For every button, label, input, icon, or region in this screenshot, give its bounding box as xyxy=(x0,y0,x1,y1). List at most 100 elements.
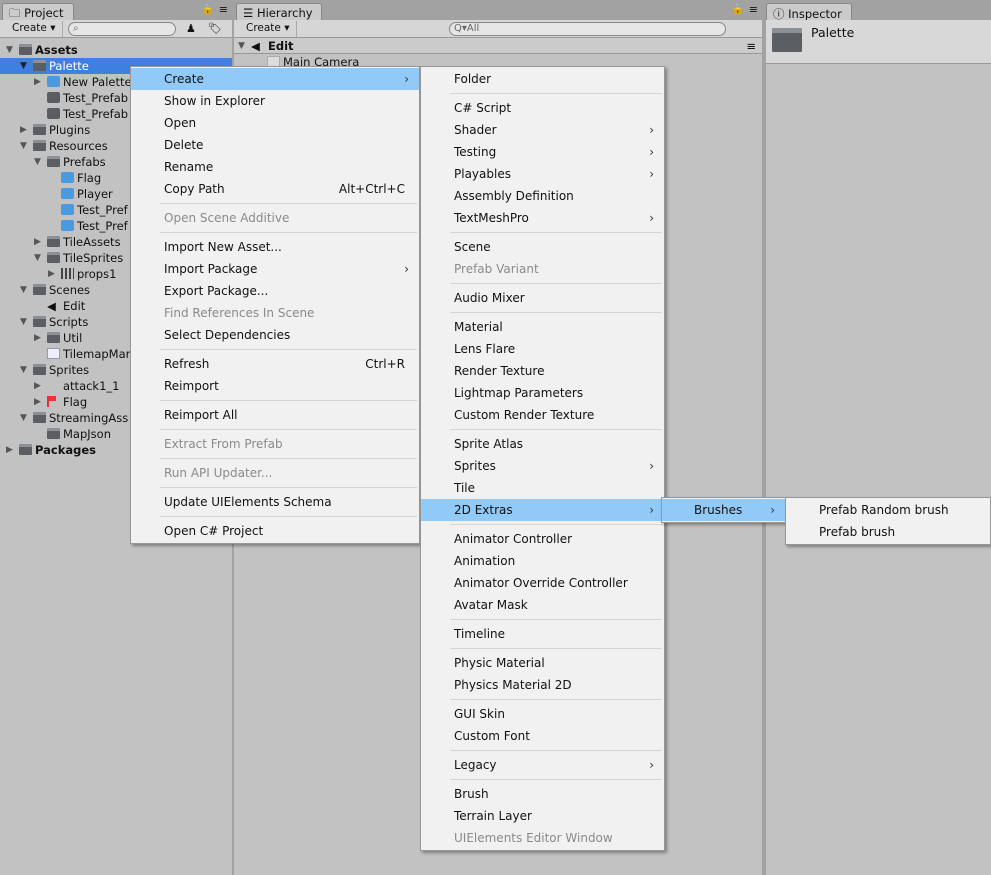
menu-item-prefab-brush[interactable]: Prefab brush xyxy=(786,521,990,543)
panel-menu-icon[interactable]: ≡ xyxy=(749,3,758,16)
menu-item-playables[interactable]: Playables › xyxy=(421,163,664,185)
expand-arrow-icon[interactable]: ▶ xyxy=(34,378,44,394)
expand-arrow-icon[interactable]: ▶ xyxy=(34,330,44,346)
menu-item-show-in-explorer[interactable]: Show in Explorer xyxy=(131,90,419,112)
menu-item-sprites[interactable]: Sprites › xyxy=(421,455,664,477)
menu-item-material[interactable]: Material xyxy=(421,316,664,338)
scene-menu-icon[interactable]: ≡ xyxy=(746,38,756,54)
menu-item-open-c-project[interactable]: Open C# Project xyxy=(131,520,419,542)
menu-item-select-dependencies[interactable]: Select Dependencies xyxy=(131,324,419,346)
menu-item-lightmap-parameters[interactable]: Lightmap Parameters xyxy=(421,382,664,404)
create-button[interactable]: Create ▾ xyxy=(6,21,63,37)
menu-item-lens-flare[interactable]: Lens Flare xyxy=(421,338,664,360)
menu-item-avatar-mask[interactable]: Avatar Mask xyxy=(421,594,664,616)
menu-item-physic-material[interactable]: Physic Material xyxy=(421,652,664,674)
scene-row[interactable]: ▼ ◀ Edit ≡ xyxy=(234,38,762,54)
menu-separator xyxy=(131,397,419,404)
menu-item-reimport[interactable]: Reimport xyxy=(131,375,419,397)
folder-icon xyxy=(33,60,46,71)
menu-item-scene[interactable]: Scene xyxy=(421,236,664,258)
project-search-input[interactable]: ⌕ xyxy=(68,22,176,36)
menu-item-c-script[interactable]: C# Script xyxy=(421,97,664,119)
menu-item-textmeshpro[interactable]: TextMeshPro › xyxy=(421,207,664,229)
menu-separator xyxy=(421,521,664,528)
expand-arrow-icon[interactable]: ▼ xyxy=(20,314,30,330)
tab-inspector[interactable]: ⓘ Inspector xyxy=(766,3,852,21)
lock-icon[interactable]: 🔒 xyxy=(732,4,744,15)
tree-item-label: Util xyxy=(63,331,83,345)
menu-item-legacy[interactable]: Legacy › xyxy=(421,754,664,776)
menu-item-tile[interactable]: Tile xyxy=(421,477,664,499)
menu-item-open[interactable]: Open xyxy=(131,112,419,134)
menu-item-testing[interactable]: Testing › xyxy=(421,141,664,163)
expand-arrow-icon[interactable]: ▼ xyxy=(20,282,30,298)
menu-item-custom-render-texture[interactable]: Custom Render Texture xyxy=(421,404,664,426)
expand-arrow-icon[interactable]: ▶ xyxy=(6,442,16,458)
tree-item-label: Prefabs xyxy=(63,155,106,169)
menu-item-gui-skin[interactable]: GUI Skin xyxy=(421,703,664,725)
menu-item-delete[interactable]: Delete xyxy=(131,134,419,156)
menu-item-animator-override-controller[interactable]: Animator Override Controller xyxy=(421,572,664,594)
lock-icon[interactable]: 🔒 xyxy=(202,4,214,15)
menu-item-copy-path[interactable]: Copy Path Alt+Ctrl+C xyxy=(131,178,419,200)
expand-arrow-icon[interactable]: ▼ xyxy=(20,362,30,378)
unity-scriptable-icon xyxy=(47,108,60,119)
tree-item-assets[interactable]: ▼ Assets xyxy=(0,42,232,58)
expand-arrow-icon[interactable]: ▼ xyxy=(20,138,30,154)
menu-item-rename[interactable]: Rename xyxy=(131,156,419,178)
menu-item-physics-material-2d[interactable]: Physics Material 2D xyxy=(421,674,664,696)
menu-item-shader[interactable]: Shader › xyxy=(421,119,664,141)
menu-item-import-new-asset[interactable]: Import New Asset... xyxy=(131,236,419,258)
cube-icon xyxy=(61,188,74,199)
menu-item-prefab-random-brush[interactable]: Prefab Random brush xyxy=(786,499,990,521)
menu-item-refresh[interactable]: Refresh Ctrl+R xyxy=(131,353,419,375)
menu-item-label: Open C# Project xyxy=(164,524,264,538)
hierarchy-search-input[interactable]: Q▾All xyxy=(449,22,726,36)
menu-item-label: Open Scene Additive xyxy=(164,211,290,225)
expand-arrow-icon[interactable]: ▶ xyxy=(48,266,58,282)
tree-item-label: Scenes xyxy=(49,283,91,297)
menu-item-sprite-atlas[interactable]: Sprite Atlas xyxy=(421,433,664,455)
menu-item-update-uielements-schema[interactable]: Update UIElements Schema xyxy=(131,491,419,513)
tab-hierarchy[interactable]: ☰ Hierarchy xyxy=(236,3,322,21)
menu-item-folder[interactable]: Folder xyxy=(421,68,664,90)
folder-icon xyxy=(47,236,60,247)
menu-item-brush[interactable]: Brush xyxy=(421,783,664,805)
menu-item-audio-mixer[interactable]: Audio Mixer xyxy=(421,287,664,309)
menu-item-create[interactable]: Create › xyxy=(131,68,419,90)
expand-arrow-icon[interactable]: ▼ xyxy=(238,38,248,54)
menu-item-terrain-layer[interactable]: Terrain Layer xyxy=(421,805,664,827)
expand-arrow-icon[interactable]: ▼ xyxy=(34,154,44,170)
create-button[interactable]: Create ▾ xyxy=(240,21,297,37)
menu-item-import-package[interactable]: Import Package › xyxy=(131,258,419,280)
menu-item-label: GUI Skin xyxy=(454,707,505,721)
menu-item-label: Material xyxy=(454,320,503,334)
expand-arrow-icon[interactable]: ▶ xyxy=(20,122,30,138)
menu-item-label: Prefab brush xyxy=(819,525,896,539)
chevron-right-icon: › xyxy=(649,211,654,225)
filter-by-label-icon[interactable]: 🏷 xyxy=(208,22,222,35)
expand-arrow-icon[interactable]: ▼ xyxy=(34,250,44,266)
menu-item-animation[interactable]: Animation xyxy=(421,550,664,572)
tab-project[interactable]: 🗀 Project xyxy=(2,3,74,21)
expand-arrow-icon[interactable]: ▼ xyxy=(20,410,30,426)
menu-item-render-texture[interactable]: Render Texture xyxy=(421,360,664,382)
filter-by-type-icon[interactable]: ♟ xyxy=(186,22,196,35)
expand-arrow-icon[interactable]: ▶ xyxy=(34,74,44,90)
separator-line xyxy=(450,312,662,313)
menu-item-timeline[interactable]: Timeline xyxy=(421,623,664,645)
expand-arrow-icon[interactable]: ▼ xyxy=(20,58,30,74)
expand-arrow-icon[interactable]: ▶ xyxy=(34,394,44,410)
menu-item-brushes[interactable]: Brushes › xyxy=(662,499,785,521)
panel-menu-icon[interactable]: ≡ xyxy=(219,3,228,16)
expand-arrow-icon[interactable]: ▼ xyxy=(6,42,16,58)
menu-item-export-package[interactable]: Export Package... xyxy=(131,280,419,302)
menu-item-reimport-all[interactable]: Reimport All xyxy=(131,404,419,426)
cube-icon xyxy=(47,76,60,87)
menu-item-animator-controller[interactable]: Animator Controller xyxy=(421,528,664,550)
menu-item-extract-from-prefab: Extract From Prefab xyxy=(131,433,419,455)
expand-arrow-icon[interactable]: ▶ xyxy=(34,234,44,250)
menu-item-assembly-definition[interactable]: Assembly Definition xyxy=(421,185,664,207)
menu-item-custom-font[interactable]: Custom Font xyxy=(421,725,664,747)
menu-item-2d-extras[interactable]: 2D Extras › xyxy=(421,499,664,521)
